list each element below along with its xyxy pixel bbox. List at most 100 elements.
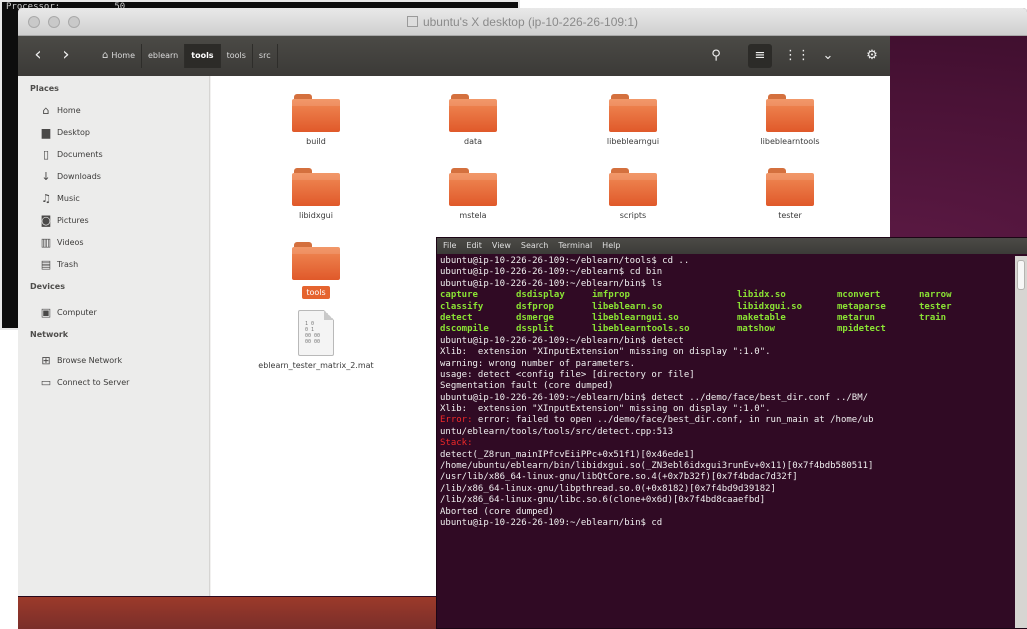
menu-view[interactable]: View: [492, 238, 511, 254]
terminal-line: Segmentation fault (core dumped): [440, 381, 614, 392]
ls-output-row: classify dsfprop libeblearn.so libidxgui…: [440, 301, 952, 312]
menu-file[interactable]: File: [443, 238, 456, 254]
terminal-line: ubuntu@ip-10-226-26-109:~/eblearn/tools$…: [440, 256, 690, 266]
terminal-line: ubuntu@ip-10-226-26-109:~/eblearn$ cd bi…: [440, 267, 663, 278]
breadcrumb-src[interactable]: src: [253, 44, 278, 68]
document-icon: ▯: [42, 147, 50, 161]
window-title: ubuntu's X desktop (ip-10-226-26-109:1): [422, 15, 639, 29]
folder-icon: [292, 242, 340, 280]
folder-item[interactable]: tester: [735, 168, 845, 221]
folder-item[interactable]: libidxgui: [261, 168, 371, 221]
terminal-line: /lib/x86_64-linux-gnu/libpthread.so.0(+0…: [440, 483, 776, 494]
menu-help[interactable]: Help: [602, 238, 620, 254]
chevron-right-icon: ›: [62, 44, 70, 65]
grid-view-button[interactable]: ⋮⋮: [784, 44, 810, 68]
ls-output-row: capture dsdisplay imfprop libidx.so mcon…: [440, 290, 952, 301]
terminal-line: ubuntu@ip-10-226-26-109:~/eblearn/bin$ l…: [440, 278, 663, 289]
search-button[interactable]: ⚲: [704, 44, 728, 68]
scrollbar-thumb[interactable]: [1017, 260, 1025, 290]
file-item[interactable]: 1 0 0 1 00 00 00 00 eblearn_tester_matri…: [256, 310, 376, 371]
computer-icon: ▣: [40, 305, 52, 319]
breadcrumb-tools-current[interactable]: tools: [185, 44, 221, 68]
breadcrumb-eblearn[interactable]: eblearn: [142, 44, 186, 68]
sidebar-item-music[interactable]: ♫ Music: [40, 190, 80, 206]
menu-search[interactable]: Search: [521, 238, 548, 254]
sidebar-item-connect-server[interactable]: ▭ Connect to Server: [40, 374, 130, 390]
text-file-icon: 1 0 0 1 00 00 00 00: [298, 310, 334, 356]
sidebar-item-home[interactable]: ⌂ Home: [40, 102, 81, 118]
folder-item[interactable]: build: [261, 94, 371, 147]
folder-icon: [766, 94, 814, 132]
list-view-button[interactable]: ≡: [748, 44, 772, 68]
breadcrumb: ⌂ Home eblearn tools tools src: [96, 44, 278, 68]
terminal-line: detect(_Z8run_mainIPfcvEiiPPc+0x51f1)[0x…: [440, 449, 695, 460]
network-icon: ⊞: [41, 353, 51, 367]
folder-icon: [609, 168, 657, 206]
folder-item[interactable]: mstela: [418, 168, 528, 221]
terminal-line: /usr/lib/x86_64-linux-gnu/libQtCore.so.4…: [440, 472, 798, 483]
folder-item-selected[interactable]: tools: [261, 242, 371, 299]
grid-view-icon: ⋮⋮: [784, 48, 810, 63]
download-icon: ↓: [41, 169, 51, 183]
error-tag: Error:: [440, 415, 473, 426]
search-icon: ⚲: [711, 48, 721, 63]
gear-icon: ⚙: [866, 48, 878, 63]
sidebar-item-browse-network[interactable]: ⊞ Browse Network: [40, 352, 122, 368]
chevron-down-icon: ⌄: [822, 48, 834, 63]
trash-icon: ▤: [40, 257, 52, 271]
folder-item[interactable]: scripts: [578, 168, 688, 221]
folder-item[interactable]: libeblearngui: [578, 94, 688, 147]
breadcrumb-tools-sub[interactable]: tools: [221, 44, 253, 68]
sidebar-item-downloads[interactable]: ↓ Downloads: [40, 168, 101, 184]
ls-output-row: detect dsmerge libeblearngui.so maketabl…: [440, 312, 947, 323]
sidebar-item-trash[interactable]: ▤ Trash: [40, 256, 78, 272]
terminal-line: Aborted (core dumped): [440, 506, 554, 517]
folder-item[interactable]: data: [418, 94, 528, 147]
desktop-icon: ▆: [41, 125, 51, 139]
back-button[interactable]: ‹: [26, 44, 50, 68]
folder-icon: [292, 168, 340, 206]
terminal-line: ubuntu@ip-10-226-26-109:~/eblearn/bin$ d…: [440, 392, 869, 403]
camera-icon: ◙: [40, 213, 52, 227]
forward-button[interactable]: ›: [54, 44, 78, 68]
sidebar-item-computer[interactable]: ▣ Computer: [40, 304, 97, 320]
stack-heading: Stack:: [440, 438, 473, 449]
music-icon: ♫: [41, 191, 51, 205]
video-icon: ▥: [40, 235, 52, 249]
terminal-line: /home/ubuntu/eblearn/bin/libidxgui.so(_Z…: [440, 461, 874, 472]
terminal-scrollbar[interactable]: [1015, 256, 1027, 628]
home-icon: ⌂: [102, 50, 109, 61]
sidebar-item-pictures[interactable]: ◙ Pictures: [40, 212, 89, 228]
window-titlebar[interactable]: ubuntu's X desktop (ip-10-226-26-109:1): [18, 8, 1027, 36]
terminal-menubar: File Edit View Search Terminal Help: [437, 238, 1027, 254]
folder-icon: [449, 94, 497, 132]
terminal-output[interactable]: ubuntu@ip-10-226-26-109:~/eblearn/tools$…: [440, 256, 1014, 628]
terminal-line: untu/eblearn/tools/tools/src/detect.cpp:…: [440, 426, 673, 437]
terminal-line: /lib/x86_64-linux-gnu/libc.so.6(clone+0x…: [440, 495, 766, 506]
sidebar-item-desktop[interactable]: ▆ Desktop: [40, 124, 90, 140]
folder-item[interactable]: libeblearntools: [735, 94, 845, 147]
terminal-line: Xlib: extension "XInputExtension" missin…: [440, 347, 771, 358]
sidebar-item-documents[interactable]: ▯ Documents: [40, 146, 103, 162]
ls-output-row: dscompile dssplit libeblearntools.so mat…: [440, 324, 886, 335]
view-options-button[interactable]: ⌄: [816, 44, 840, 68]
chevron-left-icon: ‹: [34, 44, 42, 65]
server-icon: ▭: [40, 375, 52, 389]
menu-edit[interactable]: Edit: [466, 238, 482, 254]
breadcrumb-home[interactable]: ⌂ Home: [96, 44, 142, 68]
terminal-line: usage: detect <config file> [directory o…: [440, 369, 695, 380]
menu-terminal[interactable]: Terminal: [558, 238, 592, 254]
terminal-line: warning: wrong number of parameters.: [440, 358, 636, 369]
file-manager-header: ‹ › ⌂ Home eblearn tools tools src ⚲ ≡ ⋮⋮…: [18, 36, 890, 76]
terminal-window: File Edit View Search Terminal Help ubun…: [436, 237, 1027, 629]
terminal-line: Xlib: extension "XInputExtension" missin…: [440, 404, 771, 415]
settings-button[interactable]: ⚙: [860, 44, 884, 68]
window-document-icon: [406, 16, 418, 27]
folder-icon: [766, 168, 814, 206]
terminal-line: ubuntu@ip-10-226-26-109:~/eblearn/bin$ d…: [440, 335, 684, 346]
sidebar-heading-devices: Devices: [30, 282, 65, 291]
sidebar: Places ⌂ Home ▆ Desktop ▯ Documents ↓ Downlo…: [18, 76, 210, 596]
terminal-prompt-line: ubuntu@ip-10-226-26-109:~/eblearn/bin$ c…: [440, 517, 663, 528]
sidebar-item-videos[interactable]: ▥ Videos: [40, 234, 84, 250]
list-view-icon: ≡: [754, 48, 766, 63]
